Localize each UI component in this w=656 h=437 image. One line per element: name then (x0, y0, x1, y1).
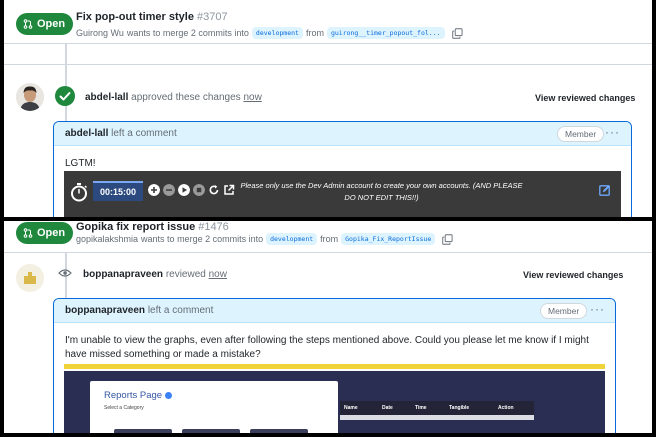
app-toolbar-screenshot: 00:15:00 Please only use the Dev Admin a… (64, 171, 621, 217)
avatar[interactable] (16, 83, 44, 111)
pr-header: Open Fix pop-out timer style #3707 Guiron… (4, 0, 652, 44)
event-time[interactable]: now (209, 269, 227, 280)
comment-text: LGTM! (65, 158, 96, 169)
comment-header: boppanapraveen left a comment Member ··· (54, 299, 615, 323)
event-action: approved these changes (131, 92, 241, 103)
select-category-label: Select a Category (104, 405, 144, 411)
comment-action: left a comment (147, 305, 214, 316)
stopwatch-icon (71, 183, 88, 202)
pr-author[interactable]: Guirong Wu (76, 28, 124, 38)
avatar[interactable] (16, 264, 44, 292)
event-action: reviewed (165, 269, 206, 280)
comment-author[interactable]: boppanapraveen (65, 305, 145, 316)
category-button (182, 429, 240, 433)
pr-title-text: Fix pop-out timer style (76, 11, 194, 23)
timer-input[interactable]: 00:15:00 (93, 181, 143, 201)
event-user[interactable]: boppanapraveen (83, 269, 163, 280)
pr-header: Open Gopika fix report issue #1476 gopika… (4, 221, 652, 253)
review-comment: boppanapraveen left a comment Member ···… (53, 298, 616, 433)
timeline-line (65, 44, 67, 64)
table-row (340, 415, 534, 420)
comment-text: I'm unable to view the graphs, even afte… (65, 335, 589, 360)
pr-number: #3707 (196, 11, 228, 23)
review-event: abdel-lall approved these changes now Vi… (4, 83, 652, 113)
category-button (114, 429, 172, 433)
review-comment: abdel-lall left a comment Member ··· LGT… (53, 121, 632, 217)
pull-request-icon (23, 228, 33, 238)
copy-icon[interactable] (451, 27, 463, 39)
pr-subtitle: Guirong Wu wants to merge 2 commits into… (76, 27, 463, 39)
approved-check-icon (55, 86, 75, 106)
open-status-badge: Open (16, 13, 74, 35)
pr-number: #1476 (198, 221, 229, 233)
pr-author[interactable]: gopikalakshmia (76, 234, 138, 244)
pr-title[interactable]: Gopika fix report issue #1476 (76, 221, 229, 233)
stop-icon[interactable] (193, 184, 205, 196)
view-reviewed-changes-link[interactable]: View reviewed changes (523, 270, 623, 280)
identicon-avatar-icon (16, 264, 44, 292)
open-status-badge: Open (16, 222, 74, 244)
report-table-header: Name Date Time Tangible Action (340, 401, 534, 415)
pr-panel-report: Open Gopika fix report issue #1476 gopika… (4, 221, 652, 433)
pr-subtitle: gopikalakshmia wants to merge 2 commits … (76, 233, 453, 245)
table-header-cell: Date (382, 405, 393, 411)
pr-panel-timer: Open Fix pop-out timer style #3707 Guiron… (4, 0, 652, 217)
comment-body: I'm unable to view the graphs, even afte… (54, 323, 615, 362)
from-text: from (320, 234, 339, 244)
reports-page-card: Reports Page Select a Category (90, 381, 338, 433)
embedded-screenshot[interactable]: Reports Page Select a Category Name Date… (64, 371, 605, 433)
base-branch[interactable]: development (251, 27, 303, 39)
plus-icon[interactable] (148, 184, 160, 196)
comment-action: left a comment (111, 128, 177, 139)
avatar-photo-icon (16, 83, 44, 111)
comment-author[interactable]: abdel-lall (65, 128, 108, 139)
status-label: Open (37, 227, 66, 239)
event-time[interactable]: now (243, 92, 261, 103)
pr-title[interactable]: Fix pop-out timer style #3707 (76, 11, 228, 23)
table-header-cell: Name (344, 405, 358, 411)
reports-title-text: Reports Page (104, 390, 163, 401)
comment-author-line: boppanapraveen left a comment (65, 305, 213, 316)
reset-icon[interactable] (208, 184, 220, 196)
head-branch[interactable]: Gopika_Fix_ReportIssue (341, 233, 436, 245)
minus-icon[interactable] (163, 184, 175, 196)
pr-title-text: Gopika fix report issue (76, 221, 196, 233)
review-event: boppanapraveen reviewed now View reviewe… (4, 261, 652, 292)
comment-menu-button[interactable]: ··· (590, 302, 605, 316)
play-icon[interactable] (178, 184, 190, 196)
comment-menu-button[interactable]: ··· (605, 125, 620, 139)
highlight-bar (64, 364, 605, 369)
base-branch[interactable]: development (266, 233, 318, 245)
timeline-divider (4, 64, 652, 65)
reports-title: Reports Page (104, 390, 173, 401)
status-label: Open (37, 18, 66, 30)
event-user[interactable]: abdel-lall (85, 92, 128, 103)
eye-icon (58, 269, 72, 277)
view-reviewed-changes-link[interactable]: View reviewed changes (535, 93, 635, 103)
copy-icon[interactable] (442, 233, 453, 245)
comment-body: LGTM! (54, 146, 631, 171)
event-description: abdel-lall approved these changes now (85, 92, 262, 103)
event-description: boppanapraveen reviewed now (83, 269, 227, 280)
comment-header: abdel-lall left a comment Member ··· (54, 122, 631, 146)
category-button (250, 429, 308, 433)
from-text: from (305, 28, 324, 38)
head-branch[interactable]: guirong__timer_popout_fol... (326, 27, 445, 39)
merge-text: wants to merge 2 commits into (126, 28, 249, 38)
member-badge: Member (540, 303, 588, 319)
edit-icon[interactable] (599, 184, 611, 196)
table-header-cell: Action (498, 405, 514, 411)
table-header-cell: Tangible (449, 405, 470, 411)
pull-request-icon (23, 19, 33, 29)
info-icon (165, 391, 173, 399)
member-badge: Member (557, 126, 605, 142)
table-header-cell: Time (415, 405, 427, 411)
admin-notice: Please only use the Dev Admin account to… (240, 181, 523, 202)
merge-text: wants to merge 2 commits into (141, 234, 264, 244)
comment-author-line: abdel-lall left a comment (65, 128, 177, 139)
